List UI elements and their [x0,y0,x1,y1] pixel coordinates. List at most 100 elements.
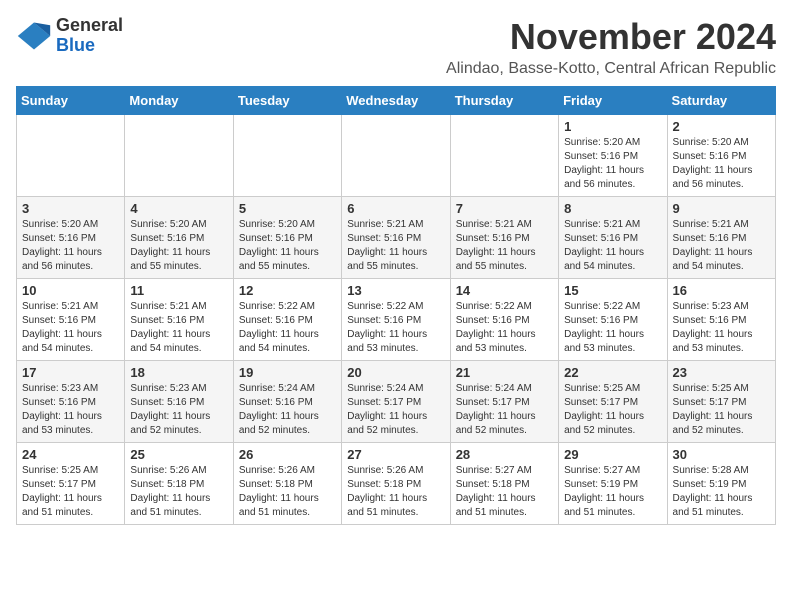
location-subtitle: Alindao, Basse-Kotto, Central African Re… [446,60,776,78]
day-number: 8 [564,201,661,216]
calendar-cell: 11Sunrise: 5:21 AMSunset: 5:16 PMDayligh… [125,279,233,361]
day-info: Sunrise: 5:24 AMSunset: 5:16 PMDaylight:… [239,382,336,438]
day-number: 29 [564,447,661,462]
day-info: Sunrise: 5:23 AMSunset: 5:16 PMDaylight:… [130,382,227,438]
calendar-cell: 19 Sunrise: 5:24 AMSunset: 5:16 PMDayligh… [233,361,341,443]
calendar-cell: 8 Sunrise: 5:21 AMSunset: 5:16 PMDaylight… [559,197,667,279]
calendar-cell: 18Sunrise: 5:23 AMSunset: 5:16 PMDayligh… [125,361,233,443]
day-info: Sunrise: 5:21 AMSunset: 5:16 PMDaylight:… [456,218,553,274]
calendar-cell: 7 Sunrise: 5:21 AMSunset: 5:16 PMDaylight… [450,197,558,279]
calendar-cell: 14Sunrise: 5:22 AMSunset: 5:16 PMDayligh… [450,279,558,361]
calendar-cell: 23 Sunrise: 5:25 AMSunset: 5:17 PMDayligh… [667,361,775,443]
day-header-friday: Friday [559,87,667,115]
day-info: Sunrise: 5:20 AMSunset: 5:16 PMDaylight:… [673,136,770,192]
day-header-monday: Monday [125,87,233,115]
day-number: 20 [347,365,444,380]
calendar-cell: 4Sunrise: 5:20 AMSunset: 5:16 PMDaylight… [125,197,233,279]
day-header-thursday: Thursday [450,87,558,115]
day-info: Sunrise: 5:27 AMSunset: 5:18 PMDaylight:… [456,464,553,520]
logo-general: General [56,16,123,36]
day-number: 2 [673,119,770,134]
week-row-5: 24 Sunrise: 5:25 AMSunset: 5:17 PMDayligh… [17,443,776,525]
calendar-cell: 21 Sunrise: 5:24 AMSunset: 5:17 PMDayligh… [450,361,558,443]
day-info: Sunrise: 5:21 AMSunset: 5:16 PMDaylight:… [564,218,661,274]
day-number: 6 [347,201,444,216]
day-info: Sunrise: 5:25 AMSunset: 5:17 PMDaylight:… [673,382,770,438]
calendar-cell: 25 Sunrise: 5:26 AMSunset: 5:18 PMDayligh… [125,443,233,525]
day-number: 12 [239,283,336,298]
day-info: Sunrise: 5:27 AMSunset: 5:19 PMDaylight:… [564,464,661,520]
calendar-cell: 16 Sunrise: 5:23 AMSunset: 5:16 PMDayligh… [667,279,775,361]
day-number: 3 [22,201,119,216]
week-row-1: 1 Sunrise: 5:20 AMSunset: 5:16 PMDaylight… [17,115,776,197]
calendar-cell: 9 Sunrise: 5:21 AMSunset: 5:16 PMDaylight… [667,197,775,279]
calendar-cell: 12 Sunrise: 5:22 AMSunset: 5:16 PMDayligh… [233,279,341,361]
day-header-sunday: Sunday [17,87,125,115]
day-number: 7 [456,201,553,216]
day-number: 22 [564,365,661,380]
day-number: 15 [564,283,661,298]
day-info: Sunrise: 5:23 AMSunset: 5:16 PMDaylight:… [22,382,119,438]
day-info: Sunrise: 5:24 AMSunset: 5:17 PMDaylight:… [456,382,553,438]
day-number: 10 [22,283,119,298]
day-number: 24 [22,447,119,462]
day-number: 28 [456,447,553,462]
day-number: 9 [673,201,770,216]
day-info: Sunrise: 5:20 AMSunset: 5:16 PMDaylight:… [239,218,336,274]
page-header: General Blue November 2024 Alindao, Bass… [16,16,776,78]
day-header-wednesday: Wednesday [342,87,450,115]
calendar-cell [17,115,125,197]
day-info: Sunrise: 5:22 AMSunset: 5:16 PMDaylight:… [347,300,444,356]
day-info: Sunrise: 5:21 AMSunset: 5:16 PMDaylight:… [347,218,444,274]
day-info: Sunrise: 5:22 AMSunset: 5:16 PMDaylight:… [564,300,661,356]
day-info: Sunrise: 5:20 AMSunset: 5:16 PMDaylight:… [22,218,119,274]
day-number: 21 [456,365,553,380]
calendar-cell: 28 Sunrise: 5:27 AMSunset: 5:18 PMDayligh… [450,443,558,525]
day-info: Sunrise: 5:26 AMSunset: 5:18 PMDaylight:… [347,464,444,520]
title-section: November 2024 Alindao, Basse-Kotto, Cent… [446,16,776,78]
day-number: 16 [673,283,770,298]
day-info: Sunrise: 5:28 AMSunset: 5:19 PMDaylight:… [673,464,770,520]
day-info: Sunrise: 5:23 AMSunset: 5:16 PMDaylight:… [673,300,770,356]
calendar-table: SundayMondayTuesdayWednesdayThursdayFrid… [16,86,776,525]
calendar-cell: 20 Sunrise: 5:24 AMSunset: 5:17 PMDayligh… [342,361,450,443]
logo-text: General Blue [56,16,123,56]
day-info: Sunrise: 5:20 AMSunset: 5:16 PMDaylight:… [564,136,661,192]
calendar-cell [233,115,341,197]
day-header-saturday: Saturday [667,87,775,115]
day-number: 5 [239,201,336,216]
day-number: 25 [130,447,227,462]
logo-blue: Blue [56,36,123,56]
day-info: Sunrise: 5:26 AMSunset: 5:18 PMDaylight:… [130,464,227,520]
day-number: 19 [239,365,336,380]
calendar-cell: 2 Sunrise: 5:20 AMSunset: 5:16 PMDaylight… [667,115,775,197]
day-info: Sunrise: 5:26 AMSunset: 5:18 PMDaylight:… [239,464,336,520]
logo-icon [16,18,52,54]
day-info: Sunrise: 5:24 AMSunset: 5:17 PMDaylight:… [347,382,444,438]
calendar-cell [450,115,558,197]
calendar-cell: 22Sunrise: 5:25 AMSunset: 5:17 PMDayligh… [559,361,667,443]
calendar-cell: 27Sunrise: 5:26 AMSunset: 5:18 PMDayligh… [342,443,450,525]
day-info: Sunrise: 5:22 AMSunset: 5:16 PMDaylight:… [239,300,336,356]
calendar-cell: 29 Sunrise: 5:27 AMSunset: 5:19 PMDayligh… [559,443,667,525]
day-number: 1 [564,119,661,134]
day-number: 14 [456,283,553,298]
day-number: 17 [22,365,119,380]
calendar-cell: 30Sunrise: 5:28 AMSunset: 5:19 PMDayligh… [667,443,775,525]
day-info: Sunrise: 5:21 AMSunset: 5:16 PMDaylight:… [22,300,119,356]
month-title: November 2024 [446,16,776,58]
calendar-cell: 1 Sunrise: 5:20 AMSunset: 5:16 PMDaylight… [559,115,667,197]
week-row-3: 10 Sunrise: 5:21 AMSunset: 5:16 PMDayligh… [17,279,776,361]
day-number: 23 [673,365,770,380]
day-info: Sunrise: 5:21 AMSunset: 5:16 PMDaylight:… [673,218,770,274]
day-info: Sunrise: 5:25 AMSunset: 5:17 PMDaylight:… [22,464,119,520]
day-number: 4 [130,201,227,216]
day-number: 11 [130,283,227,298]
calendar-cell: 13Sunrise: 5:22 AMSunset: 5:16 PMDayligh… [342,279,450,361]
logo: General Blue [16,16,123,56]
calendar-cell: 3 Sunrise: 5:20 AMSunset: 5:16 PMDaylight… [17,197,125,279]
calendar-cell: 26Sunrise: 5:26 AMSunset: 5:18 PMDayligh… [233,443,341,525]
calendar-cell: 17 Sunrise: 5:23 AMSunset: 5:16 PMDayligh… [17,361,125,443]
calendar-cell [125,115,233,197]
calendar-cell: 5 Sunrise: 5:20 AMSunset: 5:16 PMDaylight… [233,197,341,279]
